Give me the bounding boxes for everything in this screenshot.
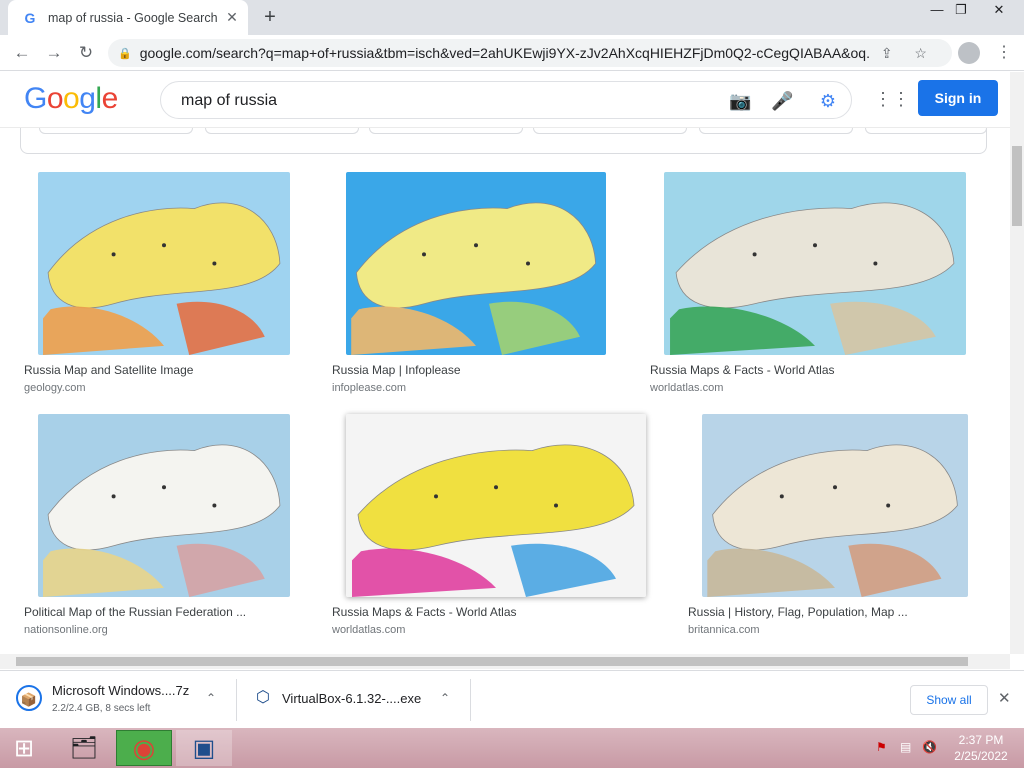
bookmark-star-icon[interactable]: ☆ bbox=[904, 45, 938, 62]
action-center-flag-icon[interactable]: ⚑ bbox=[876, 740, 887, 754]
file-explorer-icon[interactable]: 🗂 bbox=[56, 730, 112, 766]
tab-google-search[interactable]: G map of russia - Google Search ✕ bbox=[8, 0, 248, 35]
archive-file-icon: 📦 bbox=[16, 685, 42, 711]
result-source[interactable]: infoplease.com bbox=[332, 382, 406, 394]
lock-icon: 🔒 bbox=[118, 47, 132, 60]
new-tab-button[interactable]: + bbox=[258, 5, 282, 29]
filter-chip[interactable] bbox=[205, 128, 359, 134]
search-lens-icon[interactable]: ⚙ bbox=[817, 90, 839, 112]
result-thumbnail[interactable] bbox=[38, 414, 290, 597]
chrome-taskbar-icon[interactable]: ◉ bbox=[116, 730, 172, 766]
sign-in-button[interactable]: Sign in bbox=[918, 80, 998, 116]
windows-taskbar: ⊞ 🗂 ◉ ▣ ⚑ ▤ 🔇 2:37 PM 2/25/2022 bbox=[0, 728, 1024, 768]
profile-avatar[interactable] bbox=[958, 42, 980, 64]
download-status: 2.2/2.4 GB, 8 secs left bbox=[52, 703, 151, 714]
logo-letter: o bbox=[46, 82, 64, 115]
forward-icon[interactable]: → bbox=[42, 41, 66, 65]
close-downloads-icon[interactable]: ✕ bbox=[998, 689, 1011, 707]
divider bbox=[236, 679, 237, 721]
filter-chip[interactable] bbox=[699, 128, 853, 134]
window-close-button[interactable]: ✕ bbox=[982, 0, 1016, 22]
result-source[interactable]: britannica.com bbox=[688, 624, 760, 636]
download-item-windows[interactable]: 📦 Microsoft Windows....7z 2.2/2.4 GB, 8 … bbox=[16, 679, 226, 719]
result-title[interactable]: Russia Maps & Facts - World Atlas bbox=[650, 363, 984, 377]
result-title[interactable]: Russia Map | Infoplease bbox=[332, 363, 620, 377]
filter-chip[interactable] bbox=[369, 128, 523, 134]
logo-letter: e bbox=[101, 82, 119, 115]
clock-time: 2:37 PM bbox=[958, 733, 1004, 747]
mic-icon[interactable]: 🎤 bbox=[771, 90, 793, 112]
result-title[interactable]: Russia | History, Flag, Population, Map … bbox=[688, 605, 984, 619]
tab-strip: G map of russia - Google Search ✕ + — ❐ … bbox=[0, 0, 1024, 35]
show-all-button[interactable]: Show all bbox=[910, 685, 988, 715]
downloads-bar: 📦 Microsoft Windows....7z 2.2/2.4 GB, 8 … bbox=[0, 670, 1024, 728]
download-name: Microsoft Windows....7z bbox=[52, 683, 190, 698]
result-thumbnail[interactable] bbox=[38, 172, 290, 355]
system-clock[interactable]: 2:37 PM 2/25/2022 bbox=[948, 732, 1014, 764]
url-text[interactable]: google.com/search?q=map+of+russia&tbm=is… bbox=[140, 45, 870, 61]
maximize-button[interactable]: ❐ bbox=[944, 0, 978, 22]
filter-chip[interactable] bbox=[39, 128, 193, 134]
filter-chips-row bbox=[20, 128, 987, 154]
result-thumbnail[interactable] bbox=[346, 172, 606, 355]
clock-date: 2/25/2022 bbox=[954, 749, 1008, 763]
chevron-up-icon[interactable]: ⌃ bbox=[206, 691, 216, 705]
result-title[interactable]: Russia Maps & Facts - World Atlas bbox=[332, 605, 660, 619]
camera-icon[interactable]: 📷 bbox=[729, 90, 751, 112]
network-icon[interactable]: ▤ bbox=[900, 740, 911, 754]
browser-toolbar: ← → ↻ 🔒 google.com/search?q=map+of+russi… bbox=[0, 35, 1024, 71]
filter-chip[interactable] bbox=[533, 128, 687, 134]
image-result-card[interactable]: Russia | History, Flag, Population, Map … bbox=[684, 414, 988, 646]
image-result-card[interactable]: Russia Map | Infoplease infoplease.com bbox=[328, 172, 624, 404]
reload-icon[interactable]: ↻ bbox=[74, 41, 98, 65]
address-bar[interactable]: 🔒 google.com/search?q=map+of+russia&tbm=… bbox=[108, 39, 952, 67]
result-thumbnail[interactable] bbox=[702, 414, 968, 597]
google-header: Google map of russia 📷 🎤 ⚙ ⋮⋮ Sign in bbox=[0, 72, 1010, 128]
download-name: VirtualBox-6.1.32-....exe bbox=[282, 691, 422, 706]
divider bbox=[470, 679, 471, 721]
logo-letter: o bbox=[63, 82, 80, 115]
logo-letter: G bbox=[24, 82, 47, 115]
result-title[interactable]: Political Map of the Russian Federation … bbox=[24, 605, 304, 619]
image-result-card[interactable]: Political Map of the Russian Federation … bbox=[20, 414, 308, 646]
volume-muted-icon[interactable]: 🔇 bbox=[922, 740, 937, 754]
chrome-menu-icon[interactable]: ⋮ bbox=[994, 42, 1014, 64]
windows-start-icon[interactable]: ⊞ bbox=[0, 730, 48, 766]
vertical-scroll-thumb[interactable] bbox=[1012, 146, 1022, 226]
back-icon[interactable]: ← bbox=[10, 41, 34, 65]
result-source[interactable]: worldatlas.com bbox=[650, 382, 723, 394]
chevron-up-icon[interactable]: ⌃ bbox=[440, 691, 450, 705]
google-favicon-icon: G bbox=[24, 9, 36, 26]
close-tab-icon[interactable]: ✕ bbox=[224, 9, 240, 26]
google-apps-icon[interactable]: ⋮⋮ bbox=[874, 88, 910, 110]
result-thumbnail[interactable] bbox=[346, 414, 646, 597]
search-input[interactable]: map of russia bbox=[181, 92, 277, 110]
tab-title: map of russia - Google Search bbox=[48, 10, 218, 25]
image-result-card[interactable]: Russia Maps & Facts - World Atlas worldat… bbox=[646, 172, 988, 404]
horizontal-scroll-thumb[interactable] bbox=[16, 657, 968, 666]
google-logo[interactable]: Google bbox=[24, 82, 118, 116]
virtualbox-taskbar-icon[interactable]: ▣ bbox=[176, 730, 232, 766]
result-title[interactable]: Russia Map and Satellite Image bbox=[24, 363, 304, 377]
search-box[interactable]: map of russia 📷 🎤 ⚙ bbox=[160, 81, 852, 119]
logo-letter: g bbox=[79, 82, 96, 115]
virtualbox-file-icon: ⬡ bbox=[256, 689, 270, 706]
result-source[interactable]: geology.com bbox=[24, 382, 86, 394]
image-result-card[interactable]: Russia Map and Satellite Image geology.co… bbox=[20, 172, 308, 404]
result-source[interactable]: worldatlas.com bbox=[332, 624, 405, 636]
download-item-virtualbox[interactable]: ⬡ VirtualBox-6.1.32-....exe ⌃ bbox=[250, 679, 460, 719]
result-thumbnail[interactable] bbox=[664, 172, 966, 355]
result-source[interactable]: nationsonline.org bbox=[24, 624, 108, 636]
image-result-card[interactable]: Russia Maps & Facts - World Atlas worldat… bbox=[328, 414, 664, 646]
filter-chip[interactable] bbox=[865, 128, 987, 134]
share-icon[interactable]: ⇪ bbox=[870, 45, 904, 62]
